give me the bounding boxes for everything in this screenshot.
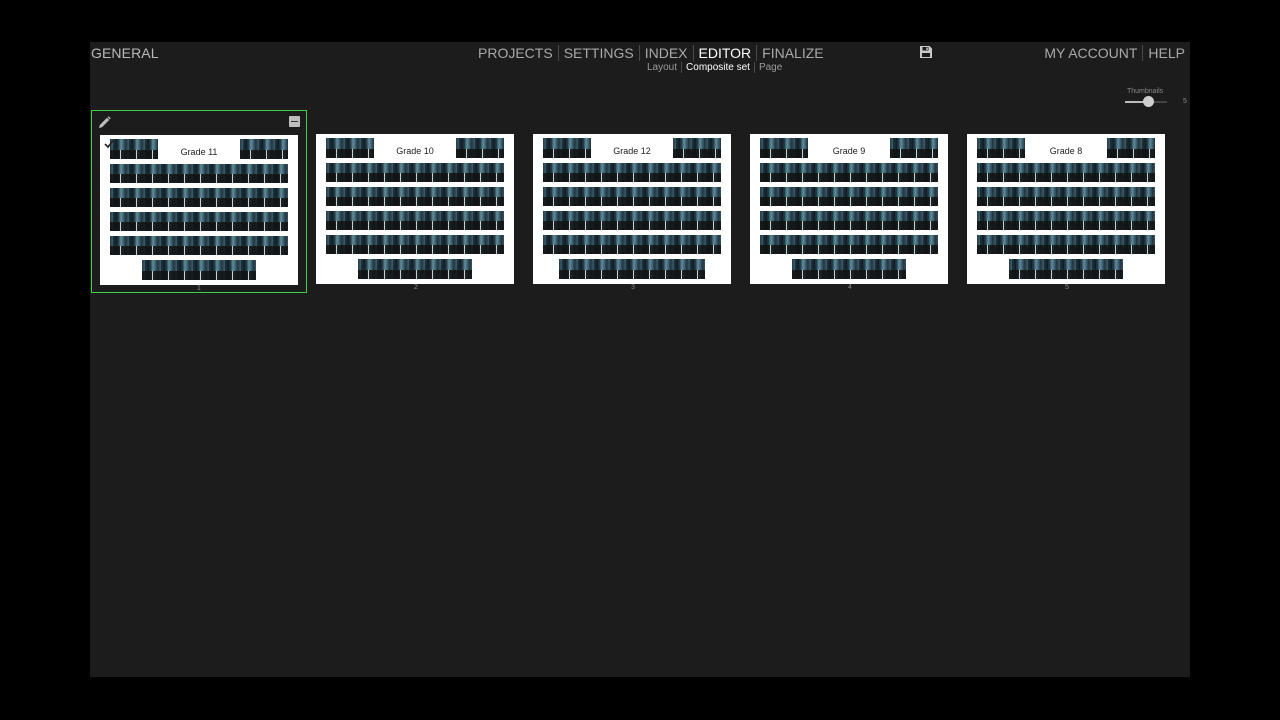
composite-pages: Grade 11 1 Grade 10 2 Grade 12 3 Grade 9 4 Grade… [90,110,1190,300]
student-photo-row [543,138,591,158]
thumbnails-slider-value: 5 [1183,98,1187,105]
page-preview[interactable]: Grade 10 [316,134,514,284]
student-photo-row [358,259,472,279]
student-photo-row [760,187,938,206]
thumbnails-slider[interactable] [1125,96,1167,107]
student-photo-row [110,188,288,207]
page-toolbar [92,111,306,133]
checkmark-icon [104,140,114,149]
student-photo-row [1107,138,1155,158]
page-number: 5 [1065,284,1069,291]
student-photo-row [760,138,808,158]
page-number: 1 [197,285,201,292]
student-photo-row [977,187,1155,206]
student-photo-row [673,138,721,158]
page-number: 3 [631,284,635,291]
student-photo-row [110,164,288,183]
student-photo-row [977,211,1155,230]
pencil-icon[interactable] [98,116,111,129]
nav-editor[interactable]: EDITOR [694,45,758,61]
student-photo-row [890,138,938,158]
nav-index[interactable]: INDEX [640,45,694,61]
nav-help[interactable]: HELP [1143,45,1185,61]
student-photo-row [543,187,721,206]
student-photo-row [760,235,938,254]
student-photo-row [559,259,705,279]
student-photo-row [543,163,721,182]
student-photo-row [977,138,1025,158]
page-thumbnail[interactable]: Grade 12 3 [525,110,741,293]
subnav-composite-set[interactable]: Composite set [682,62,755,73]
page-number: 2 [414,284,418,291]
page-thumbnail[interactable]: Grade 10 2 [308,110,524,293]
sub-nav: Layout Composite set Page [643,62,786,73]
page-preview[interactable]: Grade 9 [750,134,948,284]
thumbnails-slider-handle[interactable] [1143,96,1155,107]
student-photo-row [760,211,938,230]
student-photo-row [1009,259,1123,279]
student-photo-row [977,163,1155,182]
nav-my-account[interactable]: MY ACCOUNT [1039,45,1144,61]
page-thumbnail[interactable]: Grade 94 [742,110,958,293]
student-photo-row [142,260,256,280]
page-preview[interactable]: Grade 11 [100,135,298,285]
subnav-layout[interactable]: Layout [643,62,683,73]
student-photo-row [326,187,504,206]
student-photo-row [543,211,721,230]
account-nav: MY ACCOUNT HELP [1039,45,1185,61]
student-photo-row [110,139,158,159]
student-photo-row [456,138,504,158]
page-number: 4 [848,284,852,291]
thumbnails-slider-label: Thumbnails [1127,88,1164,95]
student-photo-row [543,235,721,254]
page-thumbnail[interactable]: Grade 11 1 [91,110,307,293]
collapse-icon[interactable] [289,116,300,127]
page-preview[interactable]: Grade 12 [533,134,731,284]
student-photo-row [240,139,288,159]
subnav-page[interactable]: Page [755,62,786,73]
student-photo-row [792,259,906,279]
nav-projects[interactable]: PROJECTS [478,45,559,61]
page-preview[interactable]: Grade 8 [967,134,1165,284]
student-photo-row [326,235,504,254]
nav-settings[interactable]: SETTINGS [559,45,640,61]
student-photo-row [977,235,1155,254]
page-thumbnail[interactable]: Grade 85 [959,110,1175,293]
student-photo-row [326,211,504,230]
app-window: GENERAL PROJECTS SETTINGS INDEX EDITOR F… [90,42,1190,677]
general-link[interactable]: GENERAL [91,45,159,61]
main-nav: PROJECTS SETTINGS INDEX EDITOR FINALIZE [478,45,829,61]
student-photo-row [110,212,288,231]
student-photo-row [110,236,288,255]
nav-finalize[interactable]: FINALIZE [757,45,828,61]
student-photo-row [326,163,504,182]
floppy-disk-icon[interactable] [920,46,932,58]
student-photo-row [760,163,938,182]
student-photo-row [326,138,374,158]
